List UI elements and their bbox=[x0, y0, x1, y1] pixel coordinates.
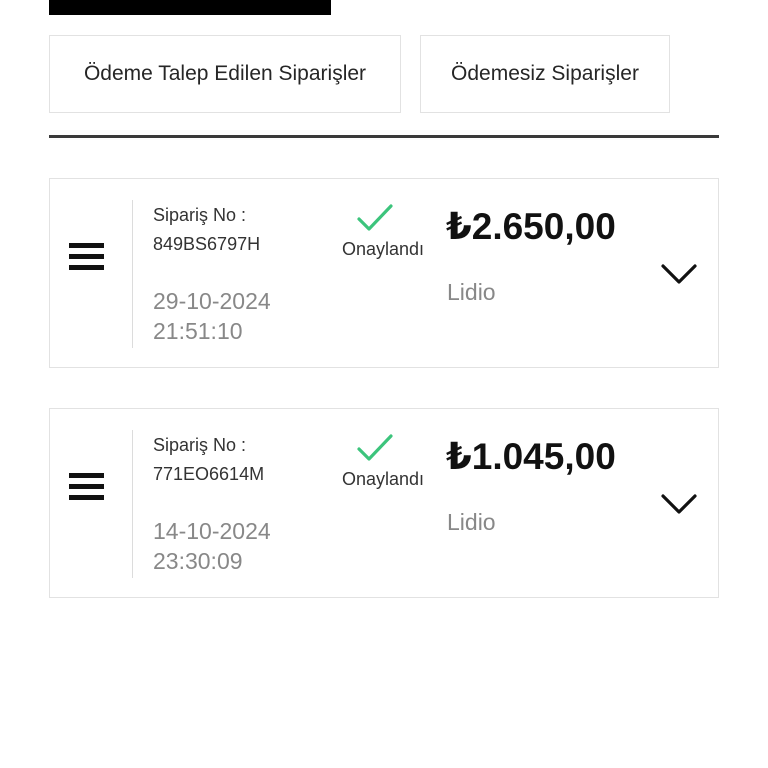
card-separator bbox=[132, 200, 133, 348]
merchant-name: Lidio bbox=[447, 509, 496, 535]
check-icon bbox=[357, 204, 393, 231]
hamburger-menu-icon[interactable] bbox=[69, 471, 104, 503]
order-amount: ₺2.650,00 bbox=[446, 206, 616, 247]
order-time: 21:51:10 bbox=[153, 318, 243, 344]
section-divider bbox=[49, 135, 719, 138]
card-separator bbox=[132, 430, 133, 578]
order-number-label: Sipariş No : bbox=[153, 205, 247, 225]
order-amount: ₺1.045,00 bbox=[446, 436, 616, 477]
order-time: 23:30:09 bbox=[153, 548, 243, 574]
order-date: 29-10-2024 bbox=[153, 288, 271, 314]
order-number: 849BS6797H bbox=[153, 234, 261, 254]
order-status: Onaylandı bbox=[342, 239, 425, 259]
order-card[interactable]: Sipariş No : 771EO6614M 14-10-2024 23:30… bbox=[49, 408, 719, 598]
redacted-header bbox=[49, 0, 331, 15]
chevron-down-icon[interactable] bbox=[660, 262, 698, 286]
tab-payment-requested-orders[interactable]: Ödeme Talep Edilen Siparişler bbox=[49, 35, 401, 113]
order-number-label: Sipariş No : bbox=[153, 435, 247, 455]
order-status: Onaylandı bbox=[342, 469, 425, 489]
tab-unpaid-orders[interactable]: Ödemesiz Siparişler bbox=[420, 35, 670, 113]
hamburger-menu-icon[interactable] bbox=[69, 241, 104, 273]
order-date: 14-10-2024 bbox=[153, 518, 271, 544]
merchant-name: Lidio bbox=[447, 279, 496, 305]
order-number: 771EO6614M bbox=[153, 464, 265, 484]
check-icon bbox=[357, 434, 393, 461]
chevron-down-icon[interactable] bbox=[660, 492, 698, 516]
order-card[interactable]: Sipariş No : 849BS6797H 29-10-2024 21:51… bbox=[49, 178, 719, 368]
orders-page: Ödeme Talep Edilen Siparişler Ödemesiz S… bbox=[0, 0, 768, 768]
